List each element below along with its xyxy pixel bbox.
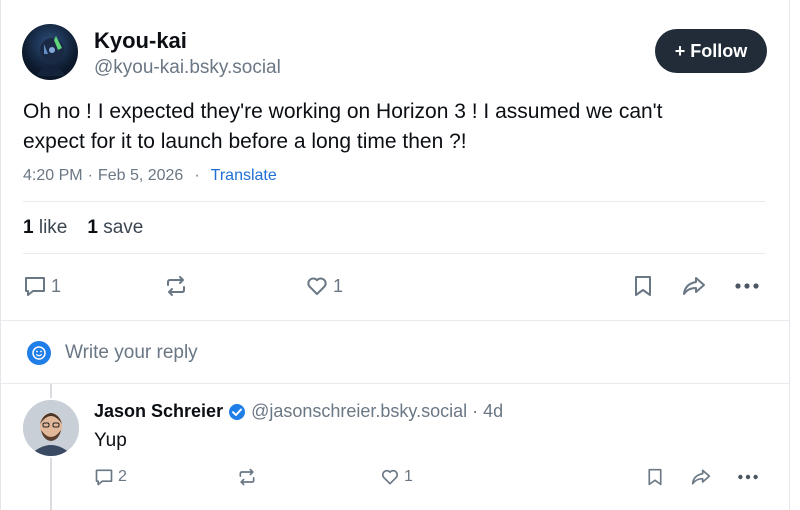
reply-input[interactable]: Write your reply [65, 342, 198, 364]
like-count: 1 [333, 275, 344, 296]
repost-button[interactable] [164, 274, 188, 298]
author-avatar[interactable] [22, 24, 78, 80]
reply-header: Jason Schreier @jasonschreier.bsky.socia… [94, 401, 503, 422]
reply-author-handle[interactable]: @jasonschreier.bsky.social [251, 401, 467, 422]
saves-stat[interactable]: 1 save [87, 217, 143, 239]
more-icon [734, 282, 760, 290]
timestamp-row: 4:20 PM · Feb 5, 2026 · Translate [23, 167, 277, 185]
likes-label: like [38, 217, 68, 238]
likes-stat[interactable]: 1 like [23, 217, 67, 239]
more-icon [737, 473, 759, 481]
reply-icon [23, 274, 47, 298]
heart-icon [305, 274, 329, 298]
reply-age[interactable]: 4d [483, 401, 503, 422]
reply-more-options-button[interactable] [737, 467, 759, 487]
like-button[interactable]: 1 [305, 274, 343, 298]
bookmark-icon [646, 467, 664, 487]
verified-badge-icon [228, 403, 246, 421]
reply-share-button[interactable] [690, 467, 712, 487]
post-text: Oh no ! I expected they're working on Ho… [23, 97, 663, 157]
author-name[interactable]: Kyou-kai [94, 28, 187, 54]
reply-repost-button[interactable] [237, 467, 257, 487]
reply-button[interactable]: 1 [23, 274, 61, 298]
bookmark-icon [632, 274, 654, 298]
dot-separator: · [472, 401, 479, 421]
reply-icon [94, 467, 114, 487]
heart-icon [380, 467, 400, 487]
post-text-line: Oh no ! I expected they're working on Ho… [23, 100, 663, 123]
dot-separator: · [194, 167, 200, 184]
reply-author-avatar[interactable] [23, 400, 79, 456]
bookmark-button[interactable] [632, 274, 654, 298]
post-thread: Kyou-kai @kyou-kai.bsky.social + Follow … [0, 0, 790, 510]
post-text-line: expect for it to launch before a long ti… [23, 130, 467, 153]
reply-reply-button[interactable]: 2 [94, 467, 127, 487]
share-icon [681, 274, 707, 298]
reply-like-button[interactable]: 1 [380, 467, 413, 487]
repost-icon [164, 274, 188, 298]
thread-line [50, 458, 52, 510]
repost-icon [237, 467, 257, 487]
divider [1, 383, 789, 384]
reply-bookmark-button[interactable] [646, 467, 664, 487]
share-button[interactable] [681, 274, 707, 298]
reply-like-count: 1 [404, 468, 413, 485]
reply-text: Yup [94, 430, 127, 451]
reply-author-name[interactable]: Jason Schreier [94, 401, 223, 422]
translate-link[interactable]: Translate [211, 167, 277, 185]
share-icon [690, 467, 712, 487]
reply-count: 1 [51, 275, 62, 296]
divider [23, 253, 765, 254]
reply-composer[interactable]: Write your reply [1, 321, 789, 383]
follow-button[interactable]: + Follow [655, 29, 767, 73]
post-date[interactable]: Feb 5, 2026 [98, 167, 183, 185]
smiley-icon [32, 346, 46, 360]
engagement-stats: 1 like 1 save [23, 217, 143, 239]
composer-avatar [27, 341, 51, 365]
dot-separator: · [87, 167, 93, 184]
saves-count: 1 [87, 217, 98, 238]
likes-count: 1 [23, 217, 34, 238]
thread-line [50, 384, 52, 398]
author-handle[interactable]: @kyou-kai.bsky.social [94, 57, 281, 79]
post-time[interactable]: 4:20 PM [23, 167, 83, 185]
saves-label: save [103, 217, 144, 238]
divider [23, 201, 765, 202]
reply-reply-count: 2 [118, 468, 127, 485]
more-options-button[interactable] [734, 274, 760, 298]
